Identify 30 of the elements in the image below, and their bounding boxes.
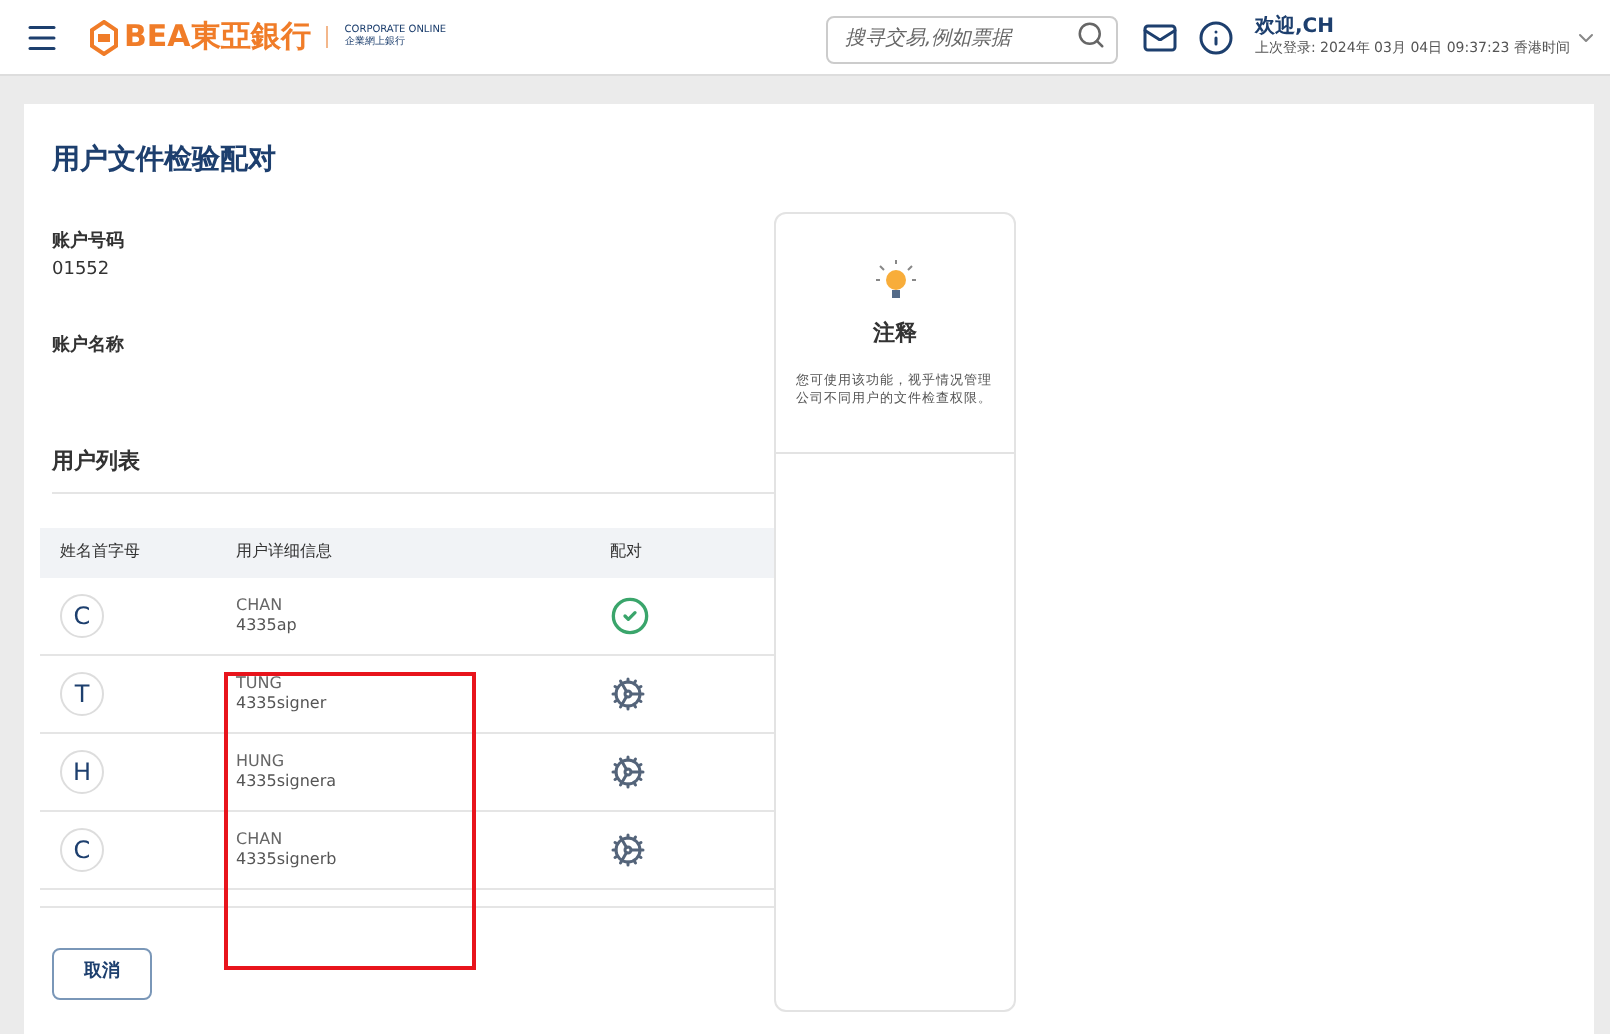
note-title: 注释 bbox=[873, 318, 917, 350]
initial-avatar: H bbox=[60, 749, 104, 793]
field-label: 账户名称 bbox=[52, 334, 126, 360]
user-name: CHAN bbox=[236, 595, 285, 615]
user-name: TUNG bbox=[236, 673, 284, 693]
bank-logo-icon bbox=[88, 19, 120, 55]
mail-icon[interactable] bbox=[1142, 19, 1179, 55]
column-header: 姓名首字母 bbox=[58, 540, 142, 564]
user-id: 4335signer bbox=[236, 693, 329, 713]
initial-avatar: C bbox=[60, 593, 104, 637]
initial-avatar: C bbox=[60, 827, 104, 871]
bank-name: BEA東亞銀行 bbox=[124, 16, 311, 59]
user-name: HUNG bbox=[236, 751, 287, 771]
search-field[interactable]: 搜寻交易,例如票据 bbox=[826, 15, 1119, 64]
field-value: 01552 bbox=[52, 257, 112, 283]
user-name: CHAN bbox=[236, 829, 285, 849]
section-title: 用户列表 bbox=[52, 446, 774, 493]
field-label: 账户号码 bbox=[52, 230, 126, 256]
welcome-text: 欢迎,CH bbox=[1254, 15, 1336, 40]
column-header: 配对 bbox=[610, 540, 644, 564]
user-id: 4335signerb bbox=[236, 849, 339, 869]
user-id: 4335ap bbox=[236, 615, 299, 635]
page-title: 用户文件检验配对 bbox=[52, 141, 278, 180]
initial-avatar: T bbox=[60, 671, 104, 715]
cancel-button[interactable]: 取消 bbox=[52, 947, 152, 999]
search-icon bbox=[1076, 20, 1107, 51]
user-id: 4335signera bbox=[236, 771, 339, 791]
check-circle-icon[interactable] bbox=[610, 595, 650, 635]
info-icon[interactable] bbox=[1198, 19, 1235, 55]
column-header: 用户详细信息 bbox=[236, 540, 334, 564]
